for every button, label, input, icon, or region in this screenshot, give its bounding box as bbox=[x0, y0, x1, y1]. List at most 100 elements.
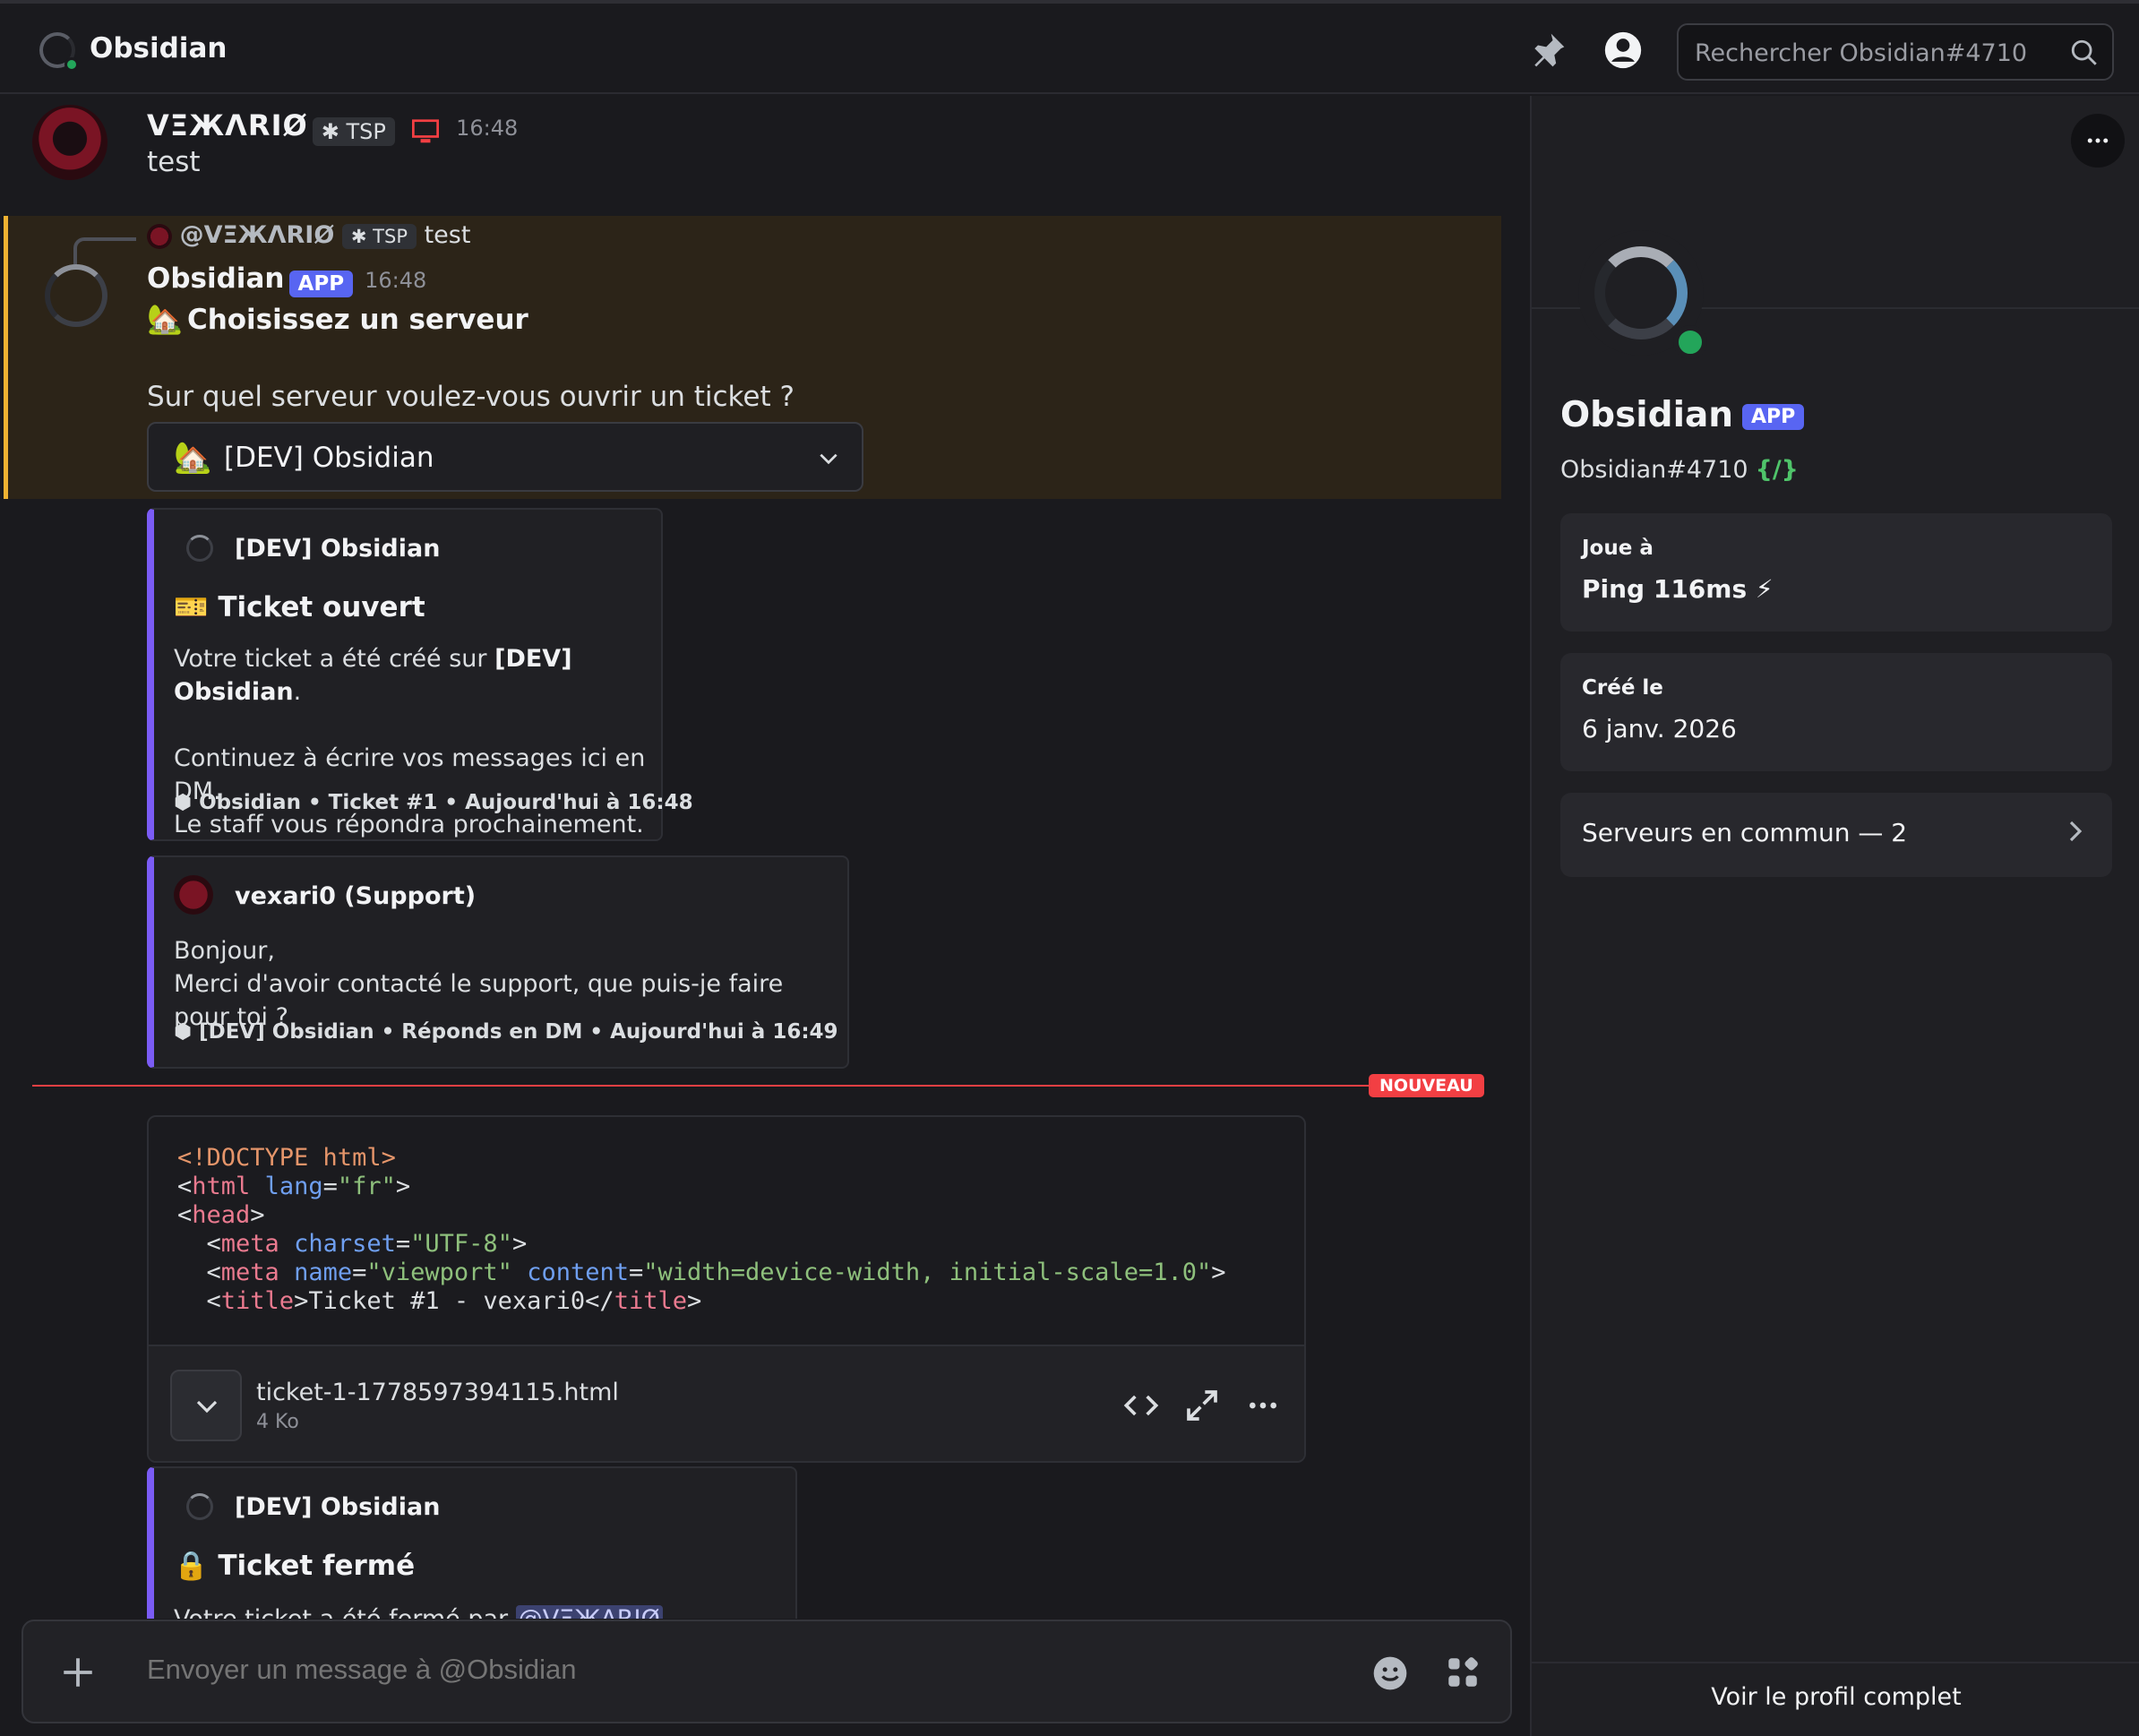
house-icon: 🏡 bbox=[174, 440, 212, 476]
embed-title: 🎫 Ticket ouvert bbox=[174, 590, 425, 623]
plus-icon[interactable] bbox=[59, 1654, 97, 1691]
house-icon: 🏡 bbox=[147, 302, 183, 336]
pin-icon[interactable] bbox=[1528, 30, 1568, 70]
created-card: Créé le 6 janv. 2026 bbox=[1560, 653, 2112, 771]
embed-title-text: Ticket fermé bbox=[218, 1550, 416, 1582]
created-value: 6 janv. 2026 bbox=[1582, 714, 1737, 743]
file-size: 4 Ko bbox=[256, 1411, 299, 1433]
profile-avatar[interactable] bbox=[1578, 230, 1707, 359]
slash-commands-icon[interactable]: {/} bbox=[1756, 456, 1799, 484]
reply-guild-tag-label: TSP bbox=[373, 225, 408, 247]
code-line-4: <meta charset="UTF-8"> bbox=[177, 1230, 528, 1258]
more-options-icon[interactable] bbox=[1245, 1388, 1281, 1423]
message-input[interactable] bbox=[147, 1654, 1222, 1686]
ticket-opened-embed: [DEV] Obsidian 🎫 Ticket ouvert Votre tic… bbox=[147, 508, 693, 841]
embed-description: Votre ticket a été fermé par @VΞЖΛRIØ. bbox=[174, 1603, 670, 1619]
username[interactable]: VΞЖΛRIØ bbox=[147, 108, 308, 142]
ticket-icon: 🎫 bbox=[174, 591, 209, 623]
dm-header: Obsidian Rechercher Obsidian#4710 bbox=[0, 0, 2139, 94]
guild-tag: ✱ TSP bbox=[312, 116, 395, 146]
message-content: test bbox=[147, 146, 201, 178]
mutual-servers-card[interactable]: Serveurs en commun — 2 bbox=[1560, 793, 2112, 877]
emoji-icon[interactable] bbox=[1372, 1655, 1408, 1691]
reply-text: test bbox=[424, 221, 471, 249]
apps-icon[interactable] bbox=[1444, 1654, 1482, 1691]
support-line1: Bonjour, bbox=[174, 937, 275, 965]
embed-desc-prefix: Votre ticket a été créé sur bbox=[174, 645, 495, 673]
embed-description: Bonjour, Merci d'avoir contacté le suppo… bbox=[174, 934, 846, 1034]
bot-message-title: 🏡 Choisissez un serveur bbox=[147, 302, 528, 336]
user-avatar[interactable] bbox=[32, 105, 107, 180]
more-options-icon bbox=[2087, 138, 2109, 143]
activity-label: Joue à bbox=[1582, 537, 1654, 560]
reply-connector bbox=[73, 237, 136, 264]
search-box[interactable]: Rechercher Obsidian#4710 bbox=[1677, 23, 2114, 81]
embed-desc-prefix: Votre ticket a été fermé par bbox=[174, 1605, 516, 1619]
embed-author-icon bbox=[186, 535, 213, 562]
view-code-icon[interactable] bbox=[1123, 1388, 1159, 1423]
desktop-icon bbox=[411, 118, 439, 142]
online-status-dot bbox=[1673, 325, 1707, 359]
bot-message-header: Obsidian APP 16:48 bbox=[147, 262, 426, 297]
app-badge: APP bbox=[288, 270, 354, 297]
file-attachment[interactable]: <!DOCTYPE html> <html lang="fr"> <head> … bbox=[147, 1115, 1306, 1463]
ticket-closed-embed: [DEV] Obsidian 🔒 Ticket fermé Votre tick… bbox=[147, 1466, 797, 1619]
code-line-6: <title>Ticket #1 - vexari0</title> bbox=[177, 1287, 702, 1315]
embed-author-icon bbox=[186, 1493, 213, 1520]
reply-reference[interactable]: @VΞЖΛRIØ ✱ TSP test bbox=[147, 221, 470, 249]
profile-name: Obsidian bbox=[1560, 395, 1734, 435]
chevron-down-icon bbox=[820, 453, 838, 465]
embed-desc-suffix: . bbox=[293, 678, 302, 706]
lock-icon: 🔒 bbox=[174, 1550, 209, 1582]
embed-desc-suffix: . bbox=[663, 1605, 671, 1619]
expand-icon[interactable] bbox=[1184, 1388, 1220, 1423]
profile-avatar-image bbox=[1594, 246, 1688, 339]
activity-value: Ping 116ms ⚡ bbox=[1582, 574, 1774, 604]
message-time: 16:48 bbox=[456, 116, 519, 141]
embed-title: 🔒 Ticket fermé bbox=[174, 1549, 415, 1582]
search-input[interactable]: Rechercher Obsidian#4710 bbox=[1695, 39, 2027, 67]
server-select-value: [DEV] Obsidian bbox=[224, 442, 434, 474]
bot-message-time: 16:48 bbox=[365, 268, 427, 293]
embed-author: [DEV] Obsidian bbox=[235, 1493, 441, 1521]
expand-preview-button[interactable] bbox=[170, 1370, 242, 1441]
mutual-servers-label: Serveurs en commun — 2 bbox=[1582, 818, 1908, 847]
bot-avatar[interactable] bbox=[45, 264, 107, 327]
embed-desc-line3: Le staff vous répondra prochainement. bbox=[174, 811, 644, 838]
chevron-right-icon bbox=[2069, 821, 2083, 842]
footer-icon: ⬢ bbox=[174, 1020, 193, 1044]
channel-avatar[interactable] bbox=[39, 32, 79, 72]
channel-title: Obsidian bbox=[90, 32, 228, 64]
reply-username[interactable]: @VΞЖΛRIØ bbox=[180, 221, 335, 249]
view-full-profile-button[interactable]: Voir le profil complet bbox=[1532, 1662, 2139, 1736]
server-select[interactable]: 🏡 [DEV] Obsidian bbox=[147, 422, 863, 492]
profile-more-button[interactable] bbox=[2071, 114, 2125, 168]
user-mention[interactable]: @VΞЖΛRIØ bbox=[515, 1605, 663, 1619]
code-line-1: <!DOCTYPE html> bbox=[177, 1144, 396, 1172]
footer-icon: ⬢ bbox=[174, 791, 193, 814]
file-info-bar: ticket-1-1778597394115.html 4 Ko bbox=[149, 1345, 1304, 1461]
bot-question: Sur quel serveur voulez-vous ouvrir un t… bbox=[147, 381, 795, 413]
online-status-dot bbox=[64, 57, 79, 72]
message-header: VΞЖΛRIØ ✱ TSP 16:48 bbox=[147, 108, 518, 146]
app-badge: APP bbox=[1742, 404, 1805, 430]
embed-footer-text: Obsidian • Ticket #1 • Aujourd'hui à 16:… bbox=[199, 791, 693, 814]
support-reply-embed: vexari0 (Support) Bonjour, Merci d'avoir… bbox=[147, 855, 849, 1069]
user-profile-icon[interactable] bbox=[1603, 30, 1643, 70]
code-line-3: <head> bbox=[177, 1201, 265, 1229]
chevron-down-icon bbox=[196, 1400, 218, 1414]
profile-tag: Obsidian#4710 bbox=[1560, 456, 1748, 484]
code-line-5: <meta name="viewport" content="width=dev… bbox=[177, 1259, 1226, 1286]
activity-card: Joue à Ping 116ms ⚡ bbox=[1560, 513, 2112, 632]
message-list[interactable]: VΞЖΛRIØ ✱ TSP 16:48 test @VΞЖΛRIØ ✱ TSP … bbox=[0, 96, 1528, 1619]
bot-username[interactable]: Obsidian bbox=[147, 262, 284, 295]
profile-panel: Obsidian APP Obsidian#4710 {/} Joue à Ping… bbox=[1530, 96, 2139, 1736]
bot-title-text: Choisissez un serveur bbox=[186, 304, 528, 336]
file-name[interactable]: ticket-1-1778597394115.html bbox=[256, 1379, 619, 1406]
embed-title-text: Ticket ouvert bbox=[218, 591, 425, 623]
search-icon[interactable] bbox=[2069, 38, 2100, 68]
embed-author: [DEV] Obsidian bbox=[235, 535, 441, 563]
code-line-2: <html lang="fr"> bbox=[177, 1173, 411, 1200]
reply-avatar bbox=[147, 223, 172, 249]
embed-footer-text: [DEV] Obsidian • Réponds en DM • Aujourd… bbox=[199, 1020, 838, 1044]
